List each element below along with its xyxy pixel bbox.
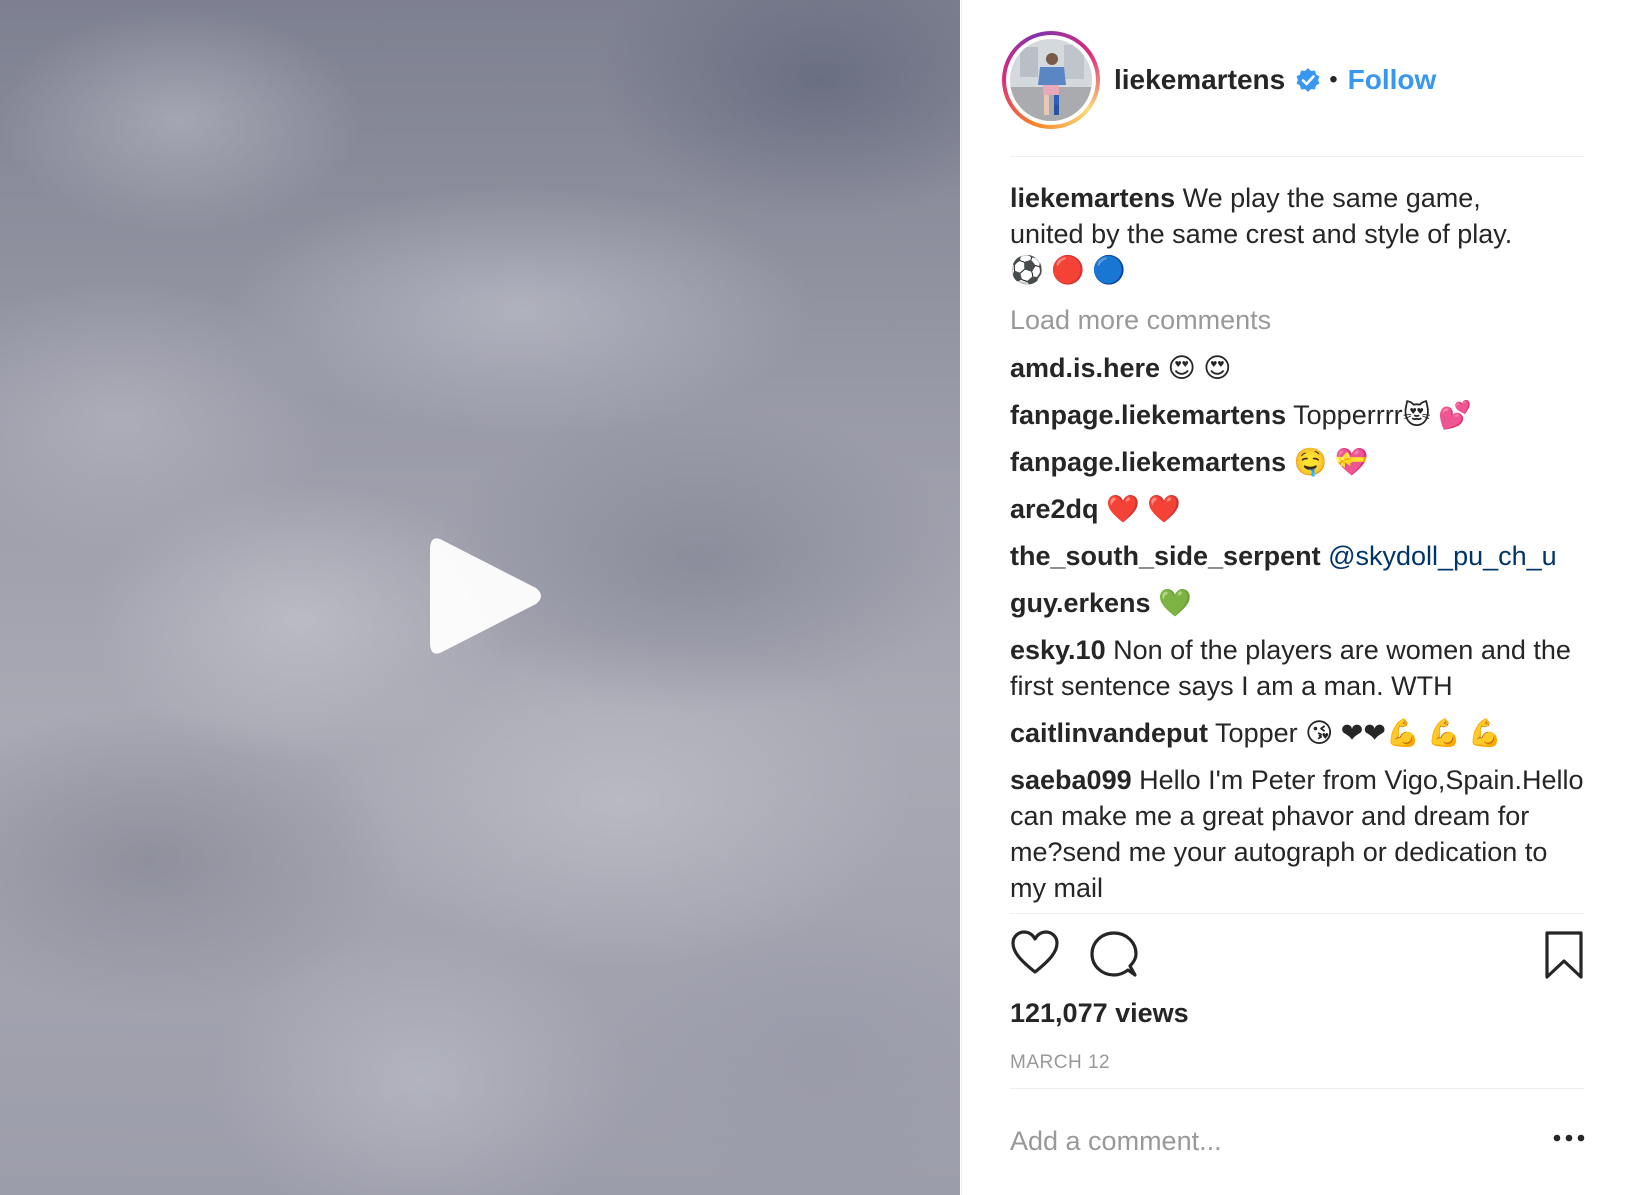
post-details-panel: liekemartens • Follow liekemartens We pl… — [961, 0, 1632, 1195]
caption-text-line1: We play the same game, — [1182, 183, 1481, 213]
bookmark-icon[interactable] — [1544, 930, 1584, 980]
comments-list[interactable]: liekemartens We play the same game, unit… — [1010, 180, 1584, 912]
header-divider — [1010, 156, 1584, 157]
caption-text-line2: united by the same crest and style of pl… — [1010, 219, 1513, 249]
comment-item: are2dq ❤️ ❤️ — [1010, 491, 1584, 527]
comment-item: esky.10 Non of the players are women and… — [1010, 632, 1584, 704]
caption-emoji: ⚽ 🔴 🔵 — [1010, 255, 1126, 285]
view-count[interactable]: 121,077 views — [1010, 998, 1189, 1029]
video-player[interactable] — [0, 0, 960, 1195]
load-more-comments-button[interactable]: Load more comments — [1010, 302, 1584, 338]
comment-text: 🤤 💝 — [1293, 447, 1369, 477]
comment-username[interactable]: esky.10 — [1010, 635, 1106, 665]
comment-text: Topperrrr😻 💕 — [1293, 400, 1472, 430]
comment-username[interactable]: are2dq — [1010, 494, 1099, 524]
post-header: liekemartens • Follow — [1002, 30, 1602, 130]
comment-item: the_south_side_serpent @skydoll_pu_ch_u — [1010, 538, 1584, 574]
comment-text: 😍 😍 — [1167, 353, 1232, 383]
avatar-image — [1010, 39, 1092, 121]
comment-text: ❤️ ❤️ — [1106, 494, 1181, 524]
separator-dot: • — [1329, 66, 1338, 93]
comment-username[interactable]: amd.is.here — [1010, 353, 1160, 383]
comment-username[interactable]: fanpage.liekemartens — [1010, 447, 1286, 477]
add-comment-input[interactable] — [1010, 1126, 1510, 1157]
avatar[interactable] — [1002, 31, 1100, 129]
comment-item: guy.erkens 💚 — [1010, 585, 1584, 621]
comment-username[interactable]: guy.erkens — [1010, 588, 1151, 618]
action-bar — [1010, 930, 1584, 986]
verified-badge-icon — [1296, 68, 1320, 92]
play-icon[interactable] — [420, 528, 550, 664]
more-options-icon[interactable] — [1552, 1132, 1586, 1144]
comment-item: fanpage.liekemartens Topperrrr😻 💕 — [1010, 397, 1584, 433]
footer-divider — [1010, 1088, 1584, 1089]
post-author-username[interactable]: liekemartens — [1114, 64, 1285, 96]
avatar-photo-icon — [1010, 39, 1092, 121]
comment-text: 💚 — [1158, 588, 1192, 618]
comment-item: saeba099 Hello I'm Peter from Vigo,Spain… — [1010, 762, 1584, 906]
comment-username[interactable]: fanpage.liekemartens — [1010, 400, 1286, 430]
post-caption: liekemartens We play the same game, unit… — [1010, 180, 1584, 288]
follow-button[interactable]: Follow — [1348, 64, 1437, 96]
post-date: MARCH 12 — [1010, 1052, 1111, 1073]
comment-bubble-icon[interactable] — [1090, 930, 1138, 978]
comment-username[interactable]: the_south_side_serpent — [1010, 541, 1321, 571]
comment-item: caitlinvandeput Topper 😘 ❤❤💪 💪 💪 — [1010, 715, 1584, 751]
heart-icon[interactable] — [1010, 930, 1060, 976]
comment-username[interactable]: saeba099 — [1010, 765, 1132, 795]
caption-username[interactable]: liekemartens — [1010, 183, 1175, 213]
comment-text: Topper 😘 ❤❤💪 💪 💪 — [1215, 718, 1502, 748]
comments-divider — [1010, 913, 1584, 914]
comment-username[interactable]: caitlinvandeput — [1010, 718, 1208, 748]
comment-item: amd.is.here 😍 😍 — [1010, 350, 1584, 386]
comment-item: fanpage.liekemartens 🤤 💝 — [1010, 444, 1584, 480]
comment-mention-link[interactable]: @skydoll_pu_ch_u — [1328, 541, 1557, 571]
